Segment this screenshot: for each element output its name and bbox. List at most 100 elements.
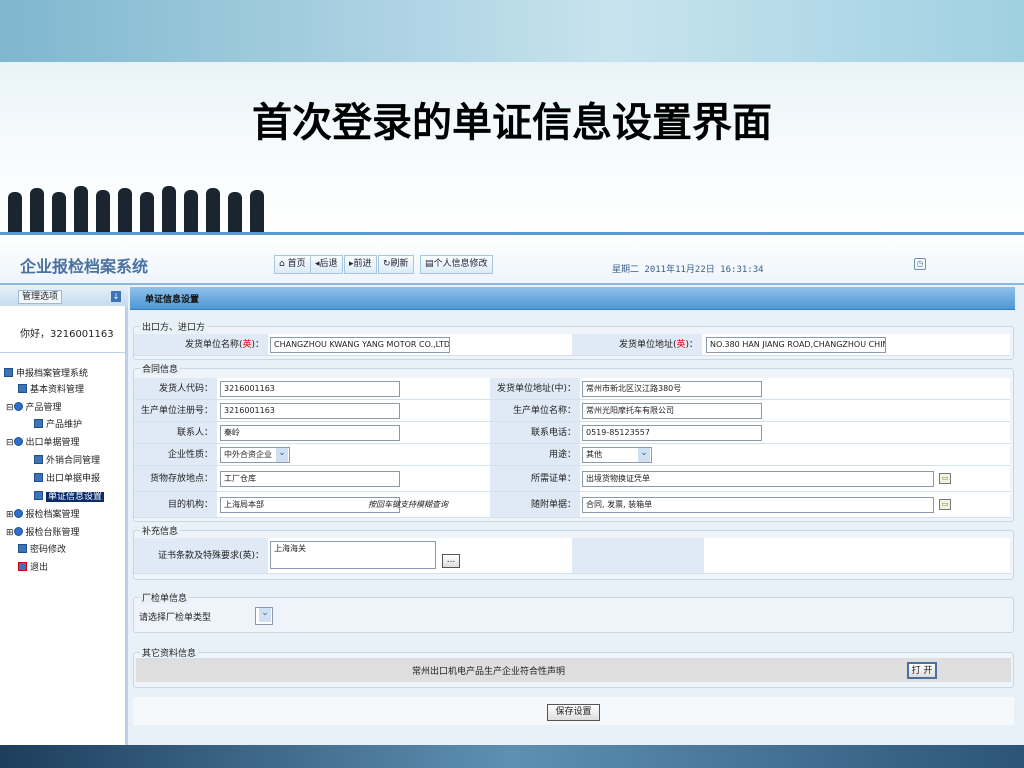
contract-field-input[interactable]: 中外合资企业 <box>220 447 290 463</box>
field-label: 联系电话： <box>490 422 580 443</box>
back-label: 后退 <box>319 259 338 269</box>
field-label: 发货单位地址(中)： <box>490 378 580 399</box>
computer-icon <box>4 368 13 377</box>
fuzzy-search-hint: 按回车键支持模糊查询 <box>368 500 448 509</box>
profile-edit-button[interactable]: ▤个人信息修改 <box>420 255 493 274</box>
contract-field-input-2[interactable]: 合同, 发票, 装箱单 <box>582 497 934 513</box>
form-row: 证书条款及特殊要求(英)： 上海海关 ... <box>134 538 1010 574</box>
field-label: 目的机构： <box>134 492 217 517</box>
home-label: 首页 <box>287 259 306 269</box>
tree-label: 单证信息设置 <box>46 492 105 502</box>
slide-title: 首次登录的单证信息设置界面 <box>252 100 772 146</box>
field-label: 发货人代码： <box>134 378 217 399</box>
special-requirements-textarea[interactable]: 上海海关 <box>270 541 436 569</box>
field-label: 货物存放地点： <box>134 466 217 491</box>
contract-row: 货物存放地点： 工厂仓库 所需证单： 出境货物换证凭单 ▭ <box>134 466 1010 492</box>
contract-field-input-2[interactable]: 常州光阳摩托车有限公司 <box>582 403 762 419</box>
field-label: 证书条款及特殊要求(英)： <box>134 538 268 573</box>
tree-item-contract[interactable]: 外销合同管理 <box>34 455 100 467</box>
save-settings-button[interactable]: 保存设置 <box>547 704 600 721</box>
consignor-address-en-input[interactable]: NO.380 HAN JIANG ROAD,CHANGZHOU CHINA <box>706 337 886 353</box>
tree-label: 出口单据申报 <box>46 474 101 484</box>
collapse-icon[interactable]: ↓ <box>111 291 121 302</box>
tree-label: 申报档案管理系统 <box>16 369 89 379</box>
open-button[interactable]: 打 开 <box>907 662 937 679</box>
back-button[interactable]: ◂后退 <box>310 255 343 274</box>
legend: 出口方、进口方 <box>140 320 208 333</box>
page-icon <box>34 455 43 464</box>
factory-type-label: 请选择厂检单类型 <box>139 613 212 623</box>
contract-row: 发货人代码： 3216001163 发货单位地址(中)： 常州市新北区汉江路38… <box>134 378 1010 400</box>
folder-icon <box>13 527 23 536</box>
empty-label <box>572 538 704 573</box>
contract-field-input-2[interactable]: 其他 <box>582 447 652 463</box>
page-icon <box>34 491 43 500</box>
folder-picker-icon[interactable]: ▭ <box>939 499 951 510</box>
contract-row: 联系人： 秦岭 联系电话： 0519-85123557 <box>134 422 1010 444</box>
tree-item-product[interactable]: ⊟ 产品管理 <box>6 402 62 414</box>
page-icon <box>18 384 27 393</box>
tree-label: 产品管理 <box>25 403 62 413</box>
folder-picker-icon[interactable]: ▭ <box>939 473 951 484</box>
tree-item-archive[interactable]: ⊞ 报检档案管理 <box>6 509 80 521</box>
slide-footer <box>0 745 1024 768</box>
page-icon <box>34 419 43 428</box>
contract-row: 目的机构： 上海局本部 随附单据： 合同, 发票, 装箱单 ▭ 按回车键支持模糊… <box>134 492 1010 518</box>
forward-label: 前进 <box>353 259 372 269</box>
consignor-name-en-input[interactable]: CHANGZHOU KWANG YANG MOTOR CO.,LTD. <box>270 337 450 353</box>
tree-item-logout[interactable]: 退出 <box>18 562 48 574</box>
factory-type-select[interactable] <box>255 607 273 625</box>
app-title: 企业报检档案系统 <box>20 257 149 276</box>
form-row: 发货单位名称(英)： CHANGZHOU KWANG YANG MOTOR CO… <box>134 334 1010 356</box>
legend: 补充信息 <box>140 524 181 537</box>
tree-root[interactable]: 申报档案管理系统 <box>4 368 88 380</box>
contract-field-input-2[interactable]: 出境货物换证凭单 <box>582 471 934 487</box>
tree-item-ledger[interactable]: ⊞ 报检台账管理 <box>6 527 80 539</box>
tree-item-export[interactable]: ⊟ 出口单据管理 <box>6 437 80 449</box>
contract-field-input-2[interactable]: 0519-85123557 <box>582 425 762 441</box>
contract-field-input[interactable]: 工厂仓库 <box>220 471 400 487</box>
legend: 合同信息 <box>140 362 181 375</box>
datetime: 星期二 2011年11月22日 16:31:34 <box>612 265 764 275</box>
contract-field-input[interactable]: 3216001163 <box>220 403 400 419</box>
page-icon <box>34 473 43 482</box>
field-label: 发货单位名称(英)： <box>134 334 268 355</box>
main-header <box>130 287 1015 310</box>
doc-name: 常州出口机电产品生产企业符合性声明 <box>412 667 566 677</box>
field-label: 生产单位名称： <box>490 400 580 421</box>
tree-label: 产品维护 <box>46 420 83 430</box>
field-label: 用途： <box>490 444 580 465</box>
profile-edit-label: 个人信息修改 <box>433 259 488 269</box>
contract-field-input[interactable]: 秦岭 <box>220 425 400 441</box>
home-button[interactable]: ⌂ 首页 <box>274 255 311 274</box>
app-header <box>0 235 1024 285</box>
tree-item-doc-settings[interactable]: 单证信息设置 <box>34 491 105 503</box>
contract-field-input-2[interactable]: 常州市新北区汉江路380号 <box>582 381 762 397</box>
tree-item-basic[interactable]: 基本资料管理 <box>18 384 84 396</box>
tree-item-declare[interactable]: 出口单据申报 <box>34 473 100 485</box>
tree-item-password[interactable]: 密码修改 <box>18 544 66 556</box>
refresh-label: 刷新 <box>390 259 409 269</box>
contract-field-input[interactable]: 3216001163 <box>220 381 400 397</box>
logout-icon <box>18 562 27 571</box>
legend: 厂检单信息 <box>140 591 190 604</box>
greeting: 你好，3216001163 <box>20 329 114 340</box>
folder-icon <box>13 437 23 446</box>
clock-icon[interactable]: ◷ <box>914 258 926 270</box>
forward-button[interactable]: ▸前进 <box>344 255 377 274</box>
tree-label: 报检档案管理 <box>25 510 80 520</box>
tree-label: 密码修改 <box>30 545 67 555</box>
tree-item-product-maint[interactable]: 产品维护 <box>34 419 82 431</box>
field-label: 企业性质： <box>134 444 217 465</box>
refresh-button[interactable]: ↻刷新 <box>378 255 414 274</box>
field-label: 随附单据： <box>490 492 580 517</box>
field-label: 所需证单： <box>490 466 580 491</box>
tree-label: 报检台账管理 <box>25 528 80 538</box>
field-label: 发货单位地址(英)： <box>572 334 702 355</box>
more-button[interactable]: ... <box>442 554 460 568</box>
page-title: 单证信息设置 <box>145 295 200 305</box>
doc-row <box>136 658 1011 682</box>
field-label: 联系人： <box>134 422 217 443</box>
tree-label: 出口单据管理 <box>25 438 80 448</box>
tree-label: 基本资料管理 <box>30 385 85 395</box>
